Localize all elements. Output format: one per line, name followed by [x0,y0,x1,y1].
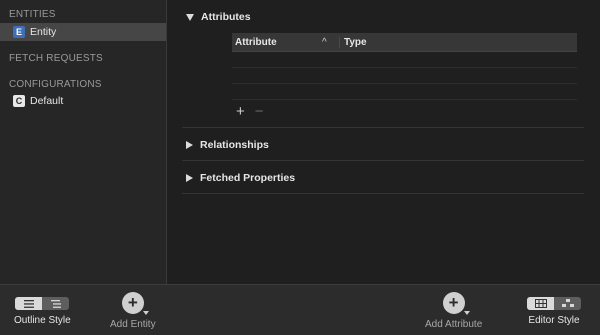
add-attribute-plus-button[interactable]: + [236,104,245,119]
remove-attribute-minus-button[interactable]: − [255,104,264,119]
add-attribute-glyph: + [448,293,459,312]
fetch-requests-header: FETCH REQUESTS [9,53,103,64]
disclosure-collapsed-icon [186,141,193,149]
add-entity-plus-icon[interactable]: + [121,292,149,315]
table-style-icon[interactable] [527,297,554,310]
relationships-disclosure[interactable]: Relationships [186,139,269,151]
add-entity-label: Add Entity [110,319,156,330]
fetched-properties-disclosure[interactable]: Fetched Properties [186,172,295,184]
entities-header: ENTITIES [9,9,56,20]
sidebar-item-entity[interactable]: E Entity [0,23,166,41]
section-divider [182,127,584,128]
attributes-title: Attributes [201,11,251,23]
hierarchy-style-icon[interactable] [42,297,69,310]
editor-style-label: Editor Style [528,315,580,326]
add-entity-glyph: + [127,293,138,312]
dropdown-caret-icon [463,311,470,315]
bottom-toolbar: Outline Style + Add Entity + Add Attribu… [0,284,600,335]
table-row [232,52,577,68]
list-style-icon[interactable] [15,297,43,310]
configurations-header: CONFIGURATIONS [9,79,102,90]
sidebar-item-label: Entity [30,26,57,38]
add-attribute-tool[interactable]: + Add Attribute [425,292,482,330]
table-row [232,68,577,84]
disclosure-expanded-icon [186,13,194,21]
configuration-badge-icon: C [13,95,25,107]
table-row [232,84,577,100]
attributes-table[interactable]: Attribute ^ Type [232,33,577,100]
sidebar-item-default-config[interactable]: C Default [0,92,166,110]
editor-style-segmented[interactable] [527,297,581,310]
outline-style-segmented[interactable] [15,297,70,310]
attributes-table-header: Attribute ^ Type [232,33,577,52]
disclosure-collapsed-icon [186,174,193,182]
entity-badge-icon: E [13,26,25,38]
editor-pane: Attributes Attribute ^ Type + − Relation… [168,0,600,284]
section-divider [182,193,584,194]
section-divider [182,160,584,161]
dropdown-caret-icon [142,311,149,315]
editor-style-control: Editor Style [527,292,581,326]
outline-style-label: Outline Style [14,315,71,326]
column-header-type[interactable]: Type [339,36,367,48]
fetched-properties-title: Fetched Properties [200,172,296,184]
attributes-disclosure[interactable]: Attributes [186,11,251,23]
sidebar-item-label: Default [30,95,64,107]
outline-style-control: Outline Style [14,292,71,326]
column-header-attribute[interactable]: Attribute [232,37,322,48]
relationships-title: Relationships [200,139,269,151]
graph-style-icon[interactable] [554,297,581,310]
add-entity-tool[interactable]: + Add Entity [110,292,156,330]
add-attribute-plus-icon[interactable]: + [442,292,470,315]
attribute-controls: + − [236,104,264,119]
sort-ascending-icon[interactable]: ^ [322,37,339,48]
add-attribute-label: Add Attribute [425,319,483,330]
sidebar: ENTITIES E Entity FETCH REQUESTS CONFIGU… [0,0,167,284]
